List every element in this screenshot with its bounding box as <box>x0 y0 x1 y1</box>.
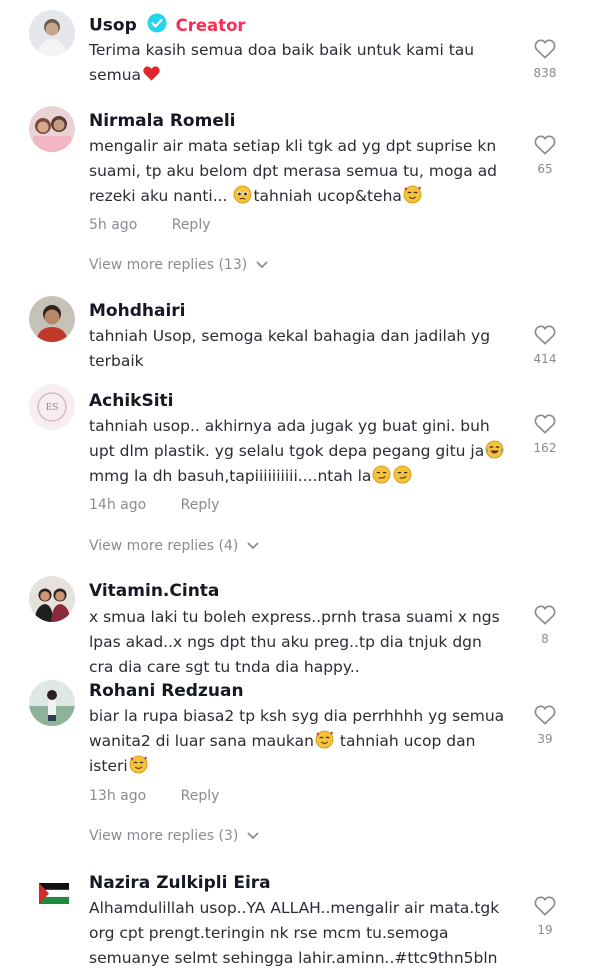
like-count: 414 <box>533 352 557 366</box>
heart-outline-icon <box>534 325 556 345</box>
comment-text-fragment: isteri <box>89 757 128 775</box>
comment-text-line: biar la rupa biasa2 tp ksh syg dia perrh… <box>89 707 505 725</box>
chevron-down-icon <box>247 832 259 839</box>
tears-of-joy-emoji-icon <box>485 440 504 459</box>
comment-text-fragment: wanita2 di luar sana maukan <box>89 732 314 750</box>
smiling-face-with-hearts-emoji-icon <box>129 755 148 774</box>
like-count: 8 <box>541 632 549 646</box>
avatar[interactable] <box>29 296 75 342</box>
like-count: 65 <box>537 162 553 176</box>
heart-outline-icon <box>534 605 556 625</box>
comment-username[interactable]: Rohani Redzuan <box>89 681 244 701</box>
reply-button[interactable]: Reply <box>181 497 220 513</box>
smiling-face-with-hearts-emoji-icon <box>403 185 422 204</box>
view-more-replies-label: View more replies (13) <box>89 257 248 273</box>
comment-username[interactable]: Mohdhairi <box>89 301 185 321</box>
comment-text-line: isteri <box>89 754 514 779</box>
like-button[interactable]: 8 <box>527 605 563 646</box>
chevron-down-icon <box>247 542 259 549</box>
comment-username[interactable]: Nazira Zulkipli Eira <box>89 873 271 893</box>
pleading-face-emoji-icon <box>234 185 252 204</box>
like-button[interactable]: 162 <box>527 414 563 455</box>
creator-label: Creator <box>175 15 246 35</box>
comment-username[interactable]: Usop Creator <box>89 13 246 38</box>
like-count: 838 <box>533 66 557 80</box>
comment-item: Vitamin.Cinta x smua laki tu boleh expre… <box>0 570 590 680</box>
heart-outline-icon <box>534 39 556 59</box>
username-text: Usop <box>89 15 137 36</box>
comment-timestamp: 14h ago <box>89 497 147 513</box>
view-more-replies-label: View more replies (4) <box>89 538 239 554</box>
like-button[interactable]: 39 <box>527 705 563 746</box>
comment-item: ES AchikSiti tahniah usop.. akhirnya ada… <box>0 380 590 570</box>
heart-outline-icon <box>534 414 556 434</box>
like-count: 19 <box>537 923 553 937</box>
comment-username[interactable]: AchikSiti <box>89 391 174 411</box>
comment-timestamp: 5h ago <box>89 217 138 233</box>
avatar[interactable] <box>29 10 75 56</box>
comment-meta: 5h ago Reply <box>89 217 211 233</box>
comment-timestamp: 13h ago <box>89 788 147 804</box>
comment-text-line: upt dlm plastik. yg selalu tgok depa peg… <box>89 439 514 464</box>
comment-text-line: wanita2 di luar sana maukan tahniah ucop… <box>89 729 514 754</box>
avatar[interactable] <box>29 106 75 152</box>
comment-text: mengalir air mata setiap kli tgk ad yg d… <box>89 134 514 209</box>
view-more-replies-button[interactable]: View more replies (4) <box>89 538 259 554</box>
comment-username[interactable]: Vitamin.Cinta <box>89 581 219 601</box>
like-button[interactable]: 414 <box>527 325 563 366</box>
comment-item: Mohdhairi tahniah Usop, semoga kekal bah… <box>0 290 590 380</box>
reply-button[interactable]: Reply <box>172 217 211 233</box>
red-heart-emoji-icon <box>143 66 160 81</box>
smiling-face-with-hearts-emoji-icon <box>315 730 334 749</box>
comment-username[interactable]: Nirmala Romeli <box>89 111 236 131</box>
heart-outline-icon <box>534 135 556 155</box>
comment-text-line: tahniah usop.. akhirnya ada jugak yg bua… <box>89 417 490 435</box>
comment-item: Nirmala Romeli mengalir air mata setiap … <box>0 100 590 290</box>
comment-text-fragment: tahniah ucop dan <box>339 732 476 750</box>
comment-text-fragment: tahniah ucop&teha <box>253 187 402 205</box>
comment-text: tahniah Usop, semoga kekal bahagia dan j… <box>89 327 491 370</box>
view-more-replies-button[interactable]: View more replies (13) <box>89 257 268 273</box>
comment-text-fragment: mmg la dh basuh,tapiiiiiiiiii....ntah la <box>89 467 372 485</box>
avatar[interactable] <box>29 576 75 622</box>
like-count: 162 <box>533 441 557 455</box>
comment-item: Rohani Redzuan biar la rupa biasa2 tp ks… <box>0 680 590 860</box>
comment-text: tahniah usop.. akhirnya ada jugak yg bua… <box>89 414 514 489</box>
comment-text: Terima kasih semua doa baik baik untuk k… <box>89 38 489 88</box>
heart-outline-icon <box>534 896 556 916</box>
comment-text: Alhamdulillah usop..YA ALLAH..mengalir a… <box>89 899 500 967</box>
like-button[interactable]: 838 <box>527 39 563 80</box>
avatar[interactable]: ES <box>29 384 75 430</box>
like-button[interactable]: 19 <box>527 896 563 937</box>
view-more-replies-button[interactable]: View more replies (3) <box>89 828 259 844</box>
smirking-face-emoji-icon <box>393 465 412 484</box>
svg-text:ES: ES <box>46 403 59 413</box>
comment-text-fragment: upt dlm plastik. yg selalu tgok depa peg… <box>89 442 485 460</box>
comment-text-fragment: rezeki aku nanti... <box>89 187 228 205</box>
heart-outline-icon <box>534 705 556 725</box>
avatar[interactable] <box>29 867 75 913</box>
comment-item: Usop Creator Terima kasih semua doa baik… <box>0 0 590 100</box>
comment-text: biar la rupa biasa2 tp ksh syg dia perrh… <box>89 704 514 779</box>
like-button[interactable]: 65 <box>527 135 563 176</box>
like-count: 39 <box>537 732 553 746</box>
comment-text-line: mengalir air mata setiap kli tgk ad yg d… <box>89 137 497 155</box>
smirking-face-emoji-icon <box>372 465 391 484</box>
comment-meta: 13h ago Reply <box>89 788 219 804</box>
avatar[interactable] <box>29 680 75 726</box>
view-more-replies-label: View more replies (3) <box>89 828 239 844</box>
comment-text-line: mmg la dh basuh,tapiiiiiiiiii....ntah la <box>89 464 514 489</box>
reply-button[interactable]: Reply <box>181 788 220 804</box>
verified-badge-icon <box>147 13 167 38</box>
comment-text-line: suami, tp aku belom dpt merasa semua tu,… <box>89 162 498 180</box>
comment-item: Nazira Zulkipli Eira Alhamdulillah usop.… <box>0 860 590 975</box>
comment-text-line: rezeki aku nanti... tahniah ucop&teha <box>89 184 514 209</box>
comment-text: x smua laki tu boleh express..prnh trasa… <box>89 608 500 676</box>
chevron-down-icon <box>256 261 268 268</box>
comment-meta: 14h ago Reply <box>89 497 219 513</box>
